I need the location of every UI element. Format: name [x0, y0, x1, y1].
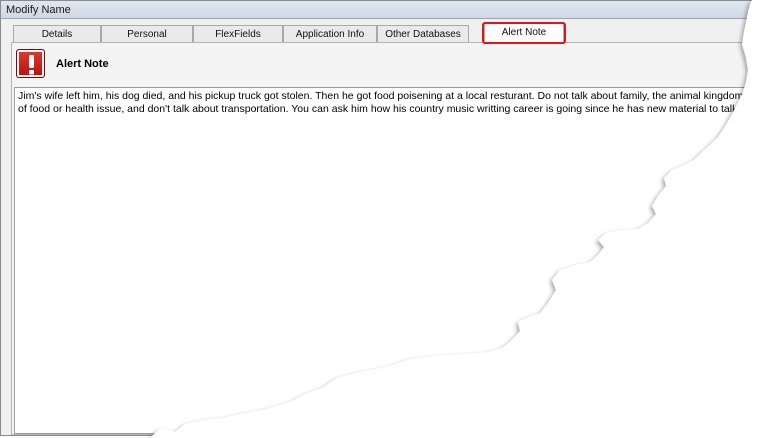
window-title: Modify Name [1, 1, 759, 19]
exclamation-glyph [29, 55, 34, 75]
tab-other-databases[interactable]: Other Databases [377, 25, 469, 43]
tab-details[interactable]: Details [13, 25, 101, 43]
tab-strip: Details Personal Identification FlexFiel… [13, 23, 759, 57]
modify-name-window: Modify Name Details Personal Identificat… [0, 0, 760, 436]
alert-note-panel: Alert Note Jim's wife left him, his dog … [11, 42, 759, 435]
tab-alert-note[interactable]: Alert Note [484, 23, 564, 43]
alert-note-textarea[interactable]: Jim's wife left him, his dog died, and h… [14, 87, 760, 434]
exclamation-icon [16, 49, 45, 78]
tab-application-info[interactable]: Application Info [283, 25, 377, 43]
alert-title: Alert Note [56, 58, 109, 70]
alert-note-text: Jim's wife left him, his dog died, and h… [18, 90, 760, 115]
tab-flexfields[interactable]: FlexFields [193, 25, 283, 43]
tab-personal-identification[interactable]: Personal Identification [101, 25, 193, 57]
